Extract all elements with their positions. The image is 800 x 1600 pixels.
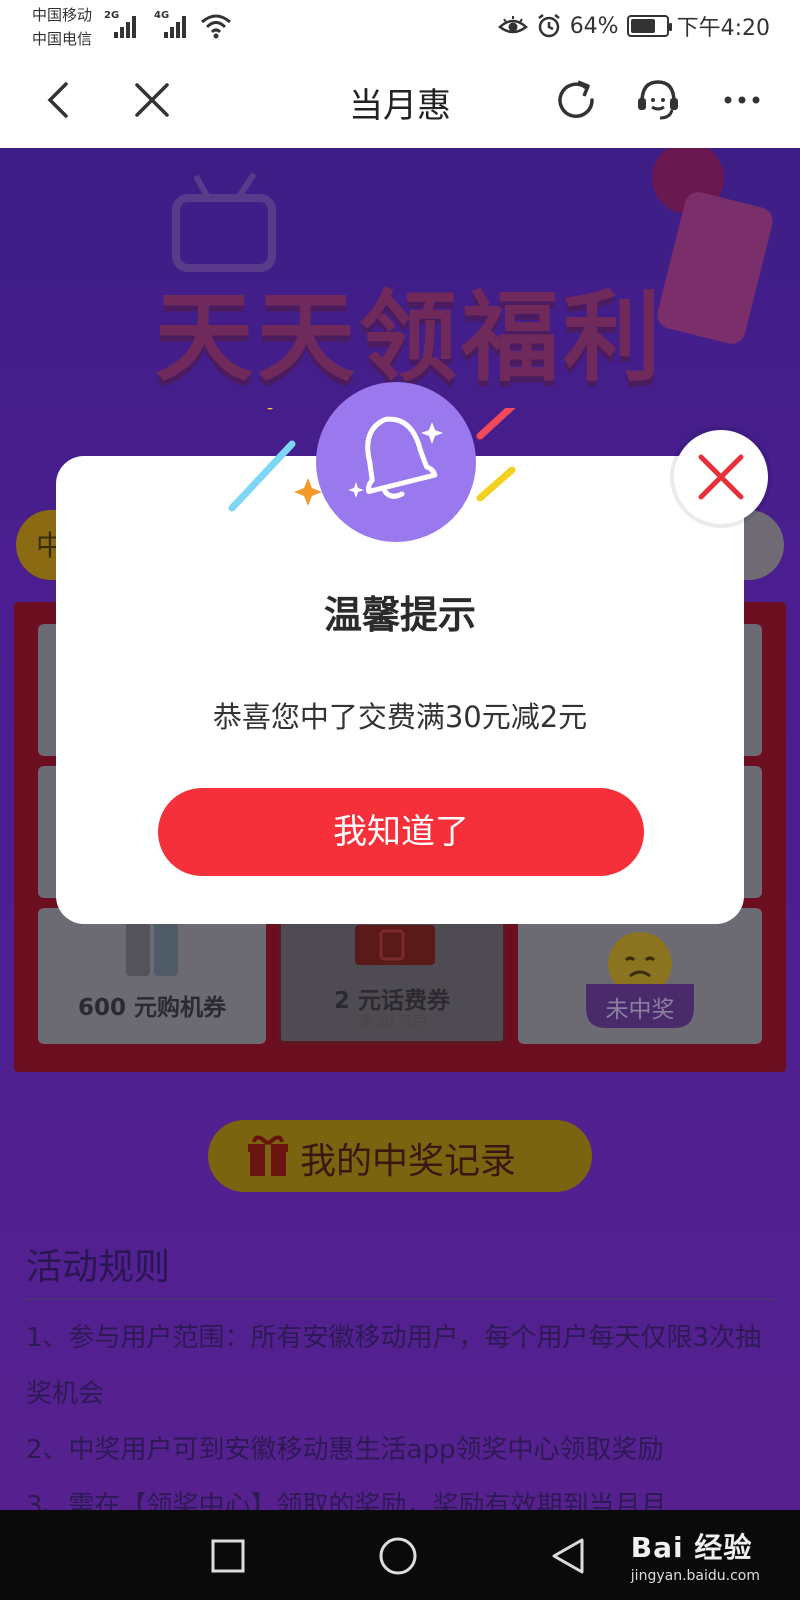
baidu-watermark: Bai 经验 jingyan.baidu.com [631, 1526, 760, 1584]
prize-cell-phone-coupon[interactable]: 600 元购机券 [38, 908, 266, 1044]
status-right: 64% 下午4:20 [497, 12, 770, 41]
recents-icon[interactable] [210, 1538, 246, 1574]
android-nav-bar: Bai 经验 jingyan.baidu.com [0, 1510, 800, 1600]
carrier-1: 中国移动 [32, 6, 93, 24]
dialog-content: 温馨提示 恭喜您中了交费满30元减2元 我知道了 [56, 456, 744, 924]
phone-coupon-icon [126, 920, 178, 976]
coupon-icon [355, 925, 435, 965]
signal-bars-icon [164, 16, 186, 38]
signal-bars-icon [114, 16, 136, 38]
prize-cell-fee-coupon[interactable]: 2 元话费券 满 30 可用 [278, 908, 506, 1044]
eye-comfort-icon [497, 16, 528, 34]
battery-icon [626, 15, 672, 37]
carrier-2: 中国电信 [32, 30, 93, 48]
prize-sublabel: 满 30 可用 [357, 1014, 427, 1030]
home-icon[interactable] [378, 1536, 418, 1576]
back-triangle-icon[interactable] [548, 1536, 588, 1576]
rule-item: 2、中奖用户可到安徽移动惠生活app领奖中心领取奖励 [26, 1435, 664, 1465]
dialog-title: 温馨提示 [323, 593, 476, 637]
more-icon[interactable] [718, 76, 766, 124]
banner-title: 天天领福利 [154, 280, 665, 395]
refresh-icon[interactable] [552, 76, 600, 124]
prize-label: 600 元购机券 [77, 995, 227, 1021]
wifi-icon [201, 14, 231, 39]
prize-cell-no-prize[interactable]: 未中奖 [518, 908, 762, 1044]
gift-icon [248, 1135, 288, 1176]
watermark-url: jingyan.baidu.com [630, 1568, 760, 1584]
prize-label: 2 元话费券 [333, 988, 450, 1014]
customer-service-icon[interactable] [634, 76, 682, 124]
dialog-message: 恭喜您中了交费满30元减2元 [212, 700, 588, 734]
battery-percent: 64% [569, 13, 619, 39]
my-prize-record-label: 我的中奖记录 [300, 1141, 517, 1182]
rule-item: 3、需在【领奖中心】领取的奖励，奖励有效期到当月月 [26, 1491, 667, 1510]
rules-divider [24, 1298, 776, 1300]
nav-bar: 当月惠 [0, 52, 800, 148]
my-prize-record-button[interactable]: 我的中奖记录 [208, 1120, 592, 1192]
watermark-brand: Bai 经验 [630, 1531, 753, 1564]
ok-button[interactable]: 我知道了 [158, 788, 644, 876]
alarm-icon [537, 14, 560, 38]
status-time: 下午4:20 [676, 16, 770, 41]
prize-label: 未中奖 [605, 997, 675, 1023]
rules-heading: 活动规则 [26, 1247, 171, 1288]
status-bar: 中国移动 中国电信 2G 4G 64% 下午4:20 [0, 0, 800, 52]
rule-item: 1、参与用户范围：所有安徽移动用户，每个用户每天仅限3次抽奖机会 [26, 1323, 762, 1409]
